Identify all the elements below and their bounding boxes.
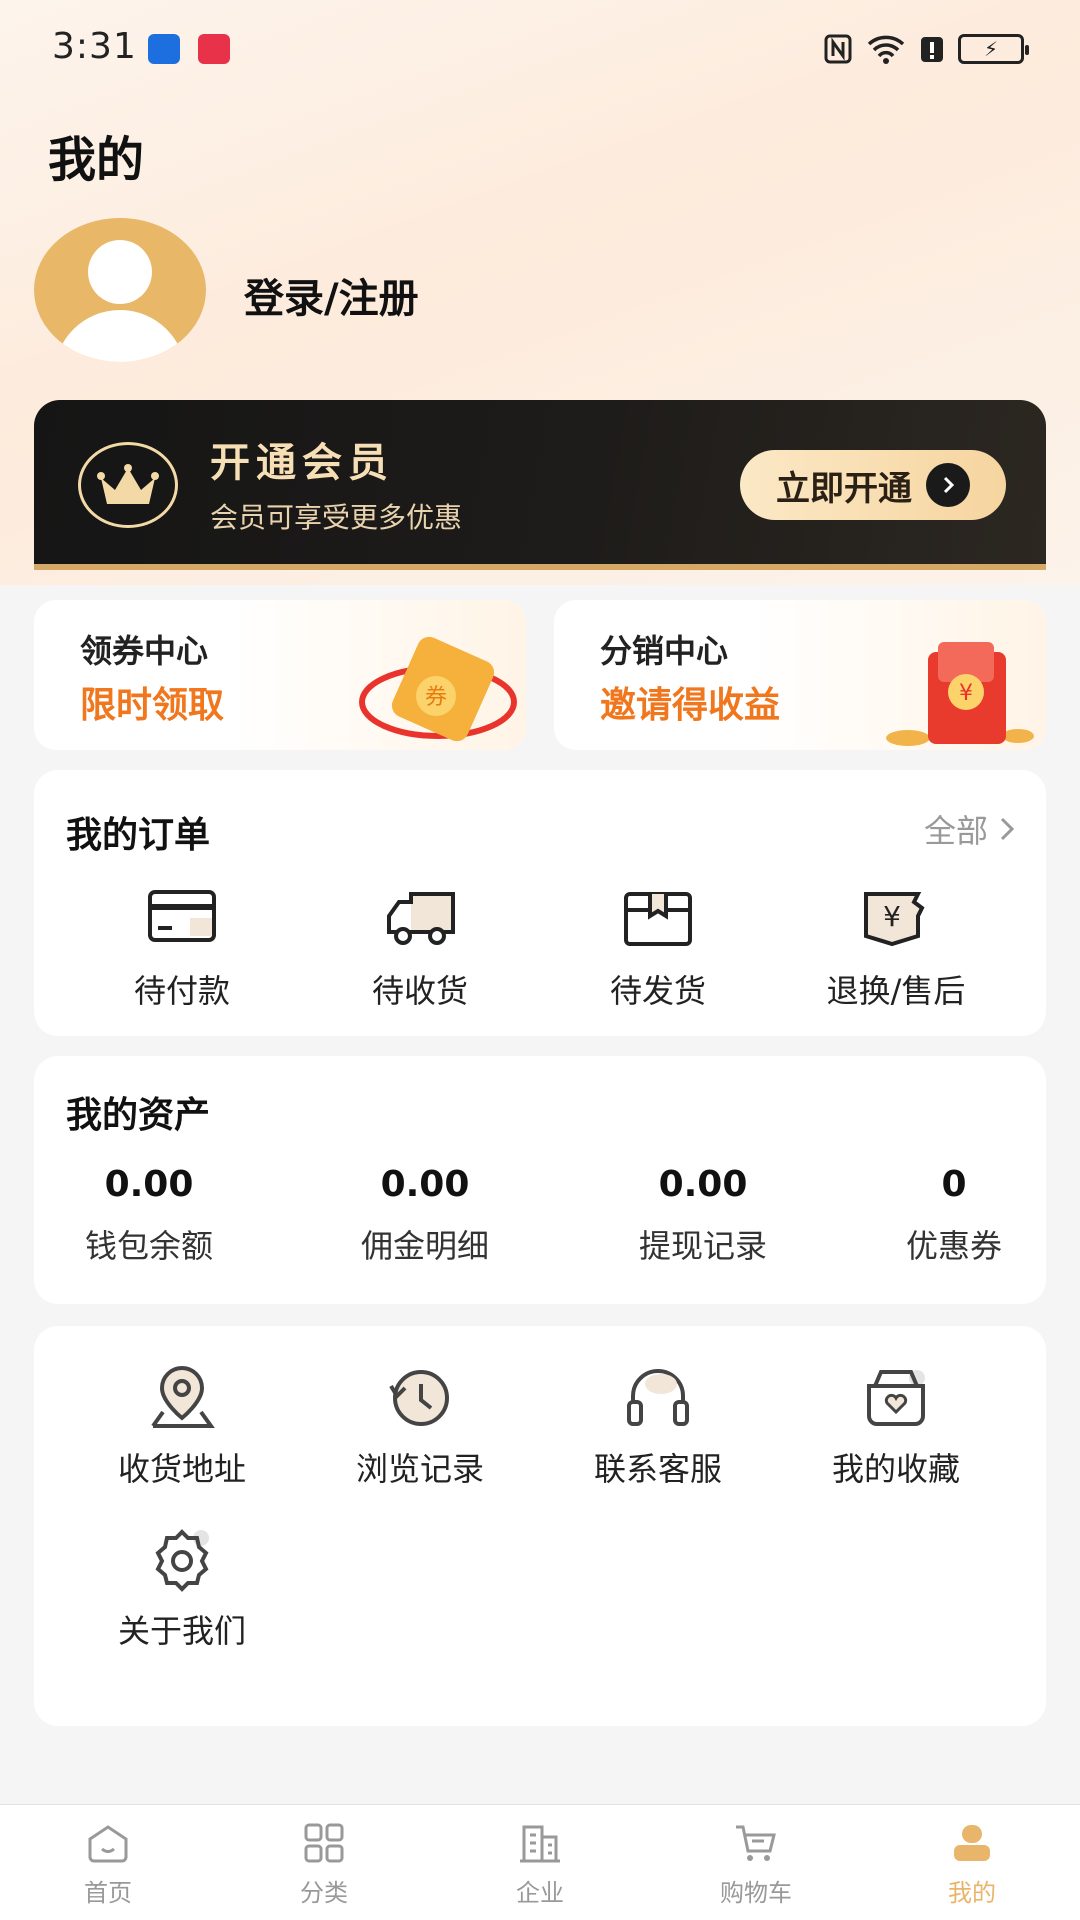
promo-title: 领券中心 (80, 632, 209, 670)
member-title: 开通会员 (210, 440, 394, 486)
history-icon (389, 1370, 449, 1426)
asset-label: 钱包余额 (84, 1227, 213, 1265)
activate-member-label: 立即开通 (776, 468, 912, 509)
asset-value: 0.00 (658, 1164, 748, 1205)
order-refund-aftersale[interactable]: ¥ 退换/售后 (796, 888, 996, 1012)
favorite-icon (867, 1370, 925, 1426)
grid-icon (304, 1823, 344, 1863)
status-time: 3:31 (52, 26, 137, 67)
nav-category[interactable]: 分类 (264, 1823, 384, 1908)
member-subtitle: 会员可享受更多优惠 (210, 501, 463, 534)
nav-cart[interactable]: 购物车 (696, 1823, 816, 1908)
bottom-nav: 首页 分类 企业 购物车 我的 (0, 1804, 1080, 1920)
orders-card: 我的订单 全部 待付款 待收货 待发货 ¥ 退换/售后 (34, 770, 1046, 1036)
coupons[interactable]: 0 优惠券 (892, 1164, 1016, 1267)
truck-icon (387, 892, 455, 945)
coupon-center-card[interactable]: 领券中心 限时领取 券 (34, 600, 526, 750)
svg-text:¥: ¥ (959, 681, 973, 706)
avatar[interactable] (34, 218, 206, 362)
svg-text:券: 券 (425, 685, 447, 710)
activate-member-button[interactable]: 立即开通 (740, 450, 1006, 520)
service-favorites[interactable]: 我的收藏 (796, 1364, 996, 1490)
asset-value: 0.00 (380, 1164, 470, 1205)
asset-label: 提现记录 (638, 1227, 767, 1265)
view-all-label: 全部 (923, 812, 988, 850)
alert-icon (921, 37, 943, 62)
service-label: 关于我们 (117, 1612, 246, 1650)
services-card: 收货地址 浏览记录 联系客服 我的收藏 关于我们 (34, 1326, 1046, 1726)
battery-charging-icon: ⚡ (958, 34, 1029, 64)
crown-icon (78, 442, 178, 528)
person-icon (954, 1825, 990, 1861)
nav-label: 企业 (516, 1879, 564, 1907)
app-notification-icon (148, 34, 180, 64)
service-customer-support[interactable]: 联系客服 (558, 1364, 758, 1490)
service-label: 收货地址 (117, 1450, 246, 1488)
service-about-us[interactable]: 关于我们 (82, 1526, 282, 1652)
huawei-app-icon (198, 34, 230, 64)
order-label: 待收货 (371, 972, 468, 1010)
distribution-center-card[interactable]: 分销中心 邀请得收益 ¥ (554, 600, 1046, 750)
nav-label: 首页 (84, 1879, 132, 1907)
nav-enterprise[interactable]: 企业 (480, 1823, 600, 1908)
commission-details[interactable]: 0.00 佣金明细 (340, 1164, 510, 1267)
order-label: 待发货 (609, 972, 706, 1010)
home-icon (88, 1825, 128, 1863)
member-banner[interactable]: 开通会员 会员可享受更多优惠 立即开通 (34, 400, 1046, 570)
asset-value: 0 (941, 1164, 967, 1205)
headset-icon (627, 1369, 689, 1426)
wifi-icon (867, 35, 905, 64)
asset-value: 0.00 (104, 1164, 194, 1205)
promo-subtitle: 限时领取 (80, 685, 225, 726)
order-pending-shipment[interactable]: 待发货 (558, 888, 758, 1012)
building-icon (520, 1825, 560, 1863)
asset-label: 佣金明细 (360, 1227, 489, 1265)
location-icon (151, 1365, 215, 1428)
assets-title: 我的资产 (66, 1095, 211, 1136)
nav-home[interactable]: 首页 (48, 1823, 168, 1908)
asset-label: 优惠券 (905, 1227, 1002, 1265)
service-label: 联系客服 (593, 1450, 722, 1488)
promo-title: 分销中心 (600, 632, 729, 670)
svg-text:¥: ¥ (883, 900, 901, 933)
card-icon (148, 890, 216, 942)
login-register-link[interactable]: 登录/注册 (244, 266, 419, 324)
box-icon (624, 892, 692, 946)
nav-mine[interactable]: 我的 (912, 1823, 1032, 1908)
page-title: 我的 (48, 132, 145, 188)
coupon-ticket-icon: 券 (359, 636, 517, 742)
orders-title: 我的订单 (66, 815, 211, 856)
nav-label: 我的 (948, 1879, 996, 1907)
cart-icon (736, 1825, 776, 1861)
assets-card: 我的资产 0.00 钱包余额 0.00 佣金明细 0.00 提现记录 0 优惠券 (34, 1056, 1046, 1304)
order-label: 退换/售后 (826, 972, 966, 1010)
withdrawal-records[interactable]: 0.00 提现记录 (618, 1164, 788, 1267)
refund-icon: ¥ (864, 892, 925, 947)
red-envelope-icon: ¥ (886, 642, 1034, 746)
promo-subtitle: 邀请得收益 (600, 685, 781, 726)
service-address[interactable]: 收货地址 (82, 1364, 282, 1490)
service-history[interactable]: 浏览记录 (320, 1364, 520, 1490)
nav-label: 分类 (300, 1879, 348, 1907)
view-all-orders-link[interactable]: 全部 (924, 806, 1016, 852)
service-label: 浏览记录 (355, 1450, 484, 1488)
gear-icon (155, 1529, 209, 1592)
nav-label: 购物车 (720, 1879, 792, 1907)
nfc-icon (824, 34, 852, 64)
chevron-right-icon (1000, 817, 1015, 841)
wallet-balance[interactable]: 0.00 钱包余额 (64, 1164, 234, 1267)
service-label: 我的收藏 (831, 1450, 960, 1488)
order-label: 待付款 (133, 972, 230, 1010)
order-pending-receipt[interactable]: 待收货 (320, 888, 520, 1012)
order-pending-payment[interactable]: 待付款 (82, 888, 282, 1012)
chevron-right-icon (926, 463, 970, 507)
status-bar: 3:31 ⚡ (0, 0, 1080, 100)
